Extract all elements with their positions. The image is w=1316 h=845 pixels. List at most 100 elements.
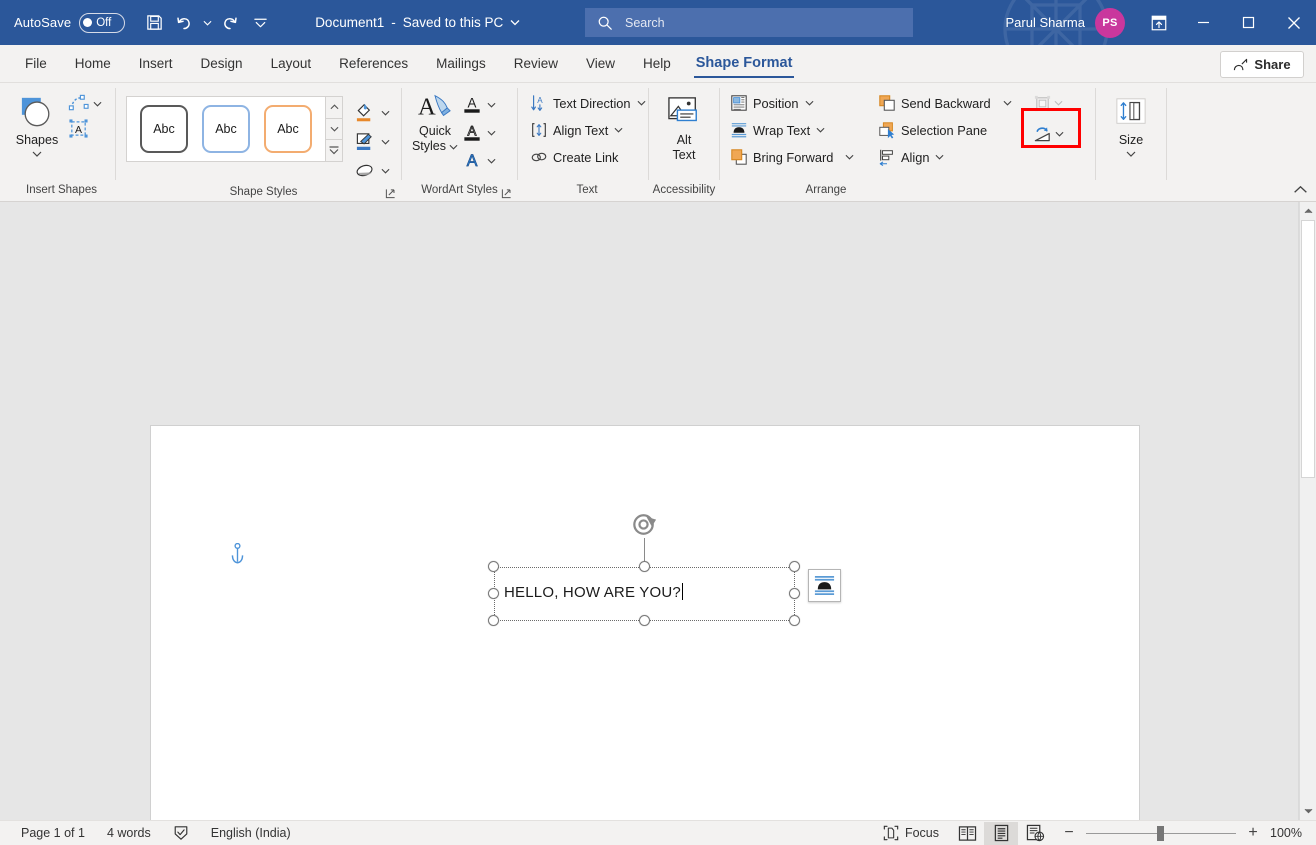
shapes-chevron-down-icon[interactable] xyxy=(32,148,42,160)
redo-icon[interactable] xyxy=(215,8,245,38)
wordart-styles-dialog-launcher-icon[interactable] xyxy=(500,187,513,200)
send-backward-chevron-down-icon[interactable] xyxy=(1002,100,1013,106)
tab-home[interactable]: Home xyxy=(62,46,124,80)
zoom-in-icon[interactable]: + xyxy=(1244,824,1262,842)
bring-forward-chevron-down-icon[interactable] xyxy=(844,154,855,160)
maximize-icon[interactable] xyxy=(1226,0,1271,45)
tab-review[interactable]: Review xyxy=(501,46,571,80)
text-effects-chevron-down-icon[interactable] xyxy=(486,158,497,164)
shape-outline-chevron-down-icon[interactable] xyxy=(380,139,391,145)
word-count[interactable]: 4 words xyxy=(96,821,162,845)
text-direction-button[interactable]: A Text Direction xyxy=(526,90,651,116)
size-chevron-down-icon[interactable] xyxy=(1126,148,1136,160)
shapes-button[interactable]: Shapes xyxy=(8,88,66,160)
zoom-level-label[interactable]: 100% xyxy=(1262,826,1308,840)
align-text-chevron-down-icon[interactable] xyxy=(613,127,624,133)
create-link-button[interactable]: Create Link xyxy=(526,144,651,170)
shape-effects-button[interactable] xyxy=(355,157,391,184)
shape-fill-chevron-down-icon[interactable] xyxy=(380,110,391,116)
text-fill-chevron-down-icon[interactable] xyxy=(486,102,497,108)
web-layout-button[interactable] xyxy=(1018,822,1052,845)
tab-help[interactable]: Help xyxy=(630,46,684,80)
minimize-icon[interactable] xyxy=(1181,0,1226,45)
wrap-text-chevron-down-icon[interactable] xyxy=(815,127,826,133)
shape-fill-button[interactable] xyxy=(355,99,391,126)
rotate-objects-chevron-down-icon[interactable] xyxy=(1055,131,1064,137)
search-input[interactable]: Search xyxy=(585,8,913,37)
bring-forward-button[interactable]: Bring Forward xyxy=(726,144,874,170)
more-styles-icon[interactable] xyxy=(326,140,342,162)
ribbon-display-options-icon[interactable] xyxy=(1137,0,1181,45)
shape-style-swatch-2[interactable]: Abc xyxy=(202,105,250,153)
resize-handle-top-center[interactable] xyxy=(639,561,650,572)
document-canvas[interactable]: HELLO, HOW ARE YOU? xyxy=(0,202,1316,820)
read-mode-button[interactable] xyxy=(950,822,984,845)
undo-dropdown-chevron-down-icon[interactable] xyxy=(199,8,215,38)
text-fill-button[interactable]: A xyxy=(462,91,497,118)
language-indicator[interactable]: English (India) xyxy=(200,821,302,845)
group-objects-button[interactable] xyxy=(1028,90,1068,116)
tab-insert[interactable]: Insert xyxy=(126,46,186,80)
vertical-scrollbar[interactable] xyxy=(1299,202,1316,820)
tab-design[interactable]: Design xyxy=(188,46,256,80)
edit-shape-chevron-down-icon[interactable] xyxy=(92,101,103,107)
title-chevron-down-icon[interactable] xyxy=(510,19,520,26)
print-layout-button[interactable] xyxy=(984,821,1018,845)
scrollbar-track[interactable] xyxy=(1300,220,1316,802)
scroll-down-arrow-icon[interactable] xyxy=(1300,802,1316,820)
rotate-handle-icon[interactable] xyxy=(629,509,660,540)
tab-mailings[interactable]: Mailings xyxy=(423,46,499,80)
tab-layout[interactable]: Layout xyxy=(258,46,325,80)
text-effects-button[interactable]: A xyxy=(462,147,497,174)
text-outline-button[interactable]: A xyxy=(462,119,497,146)
zoom-out-icon[interactable]: − xyxy=(1060,824,1078,842)
resize-handle-middle-left[interactable] xyxy=(488,588,499,599)
tab-references[interactable]: References xyxy=(326,46,421,80)
scroll-down-icon[interactable] xyxy=(326,118,342,141)
alt-text-button[interactable]: Alt Text xyxy=(655,88,713,162)
undo-icon[interactable] xyxy=(169,8,199,38)
zoom-slider-thumb[interactable] xyxy=(1157,825,1164,841)
proofing-status[interactable] xyxy=(162,821,200,845)
scroll-up-icon[interactable] xyxy=(326,97,342,119)
account-button[interactable]: Parul Sharma PS xyxy=(1006,7,1125,38)
tab-file[interactable]: File xyxy=(12,46,60,80)
resize-handle-bottom-left[interactable] xyxy=(488,615,499,626)
align-objects-chevron-down-icon[interactable] xyxy=(934,154,945,160)
resize-handle-top-right[interactable] xyxy=(789,561,800,572)
tab-view[interactable]: View xyxy=(573,46,628,80)
zoom-slider[interactable] xyxy=(1086,821,1236,845)
shape-effects-chevron-down-icon[interactable] xyxy=(380,168,391,174)
position-chevron-down-icon[interactable] xyxy=(804,100,815,106)
size-button[interactable]: Size xyxy=(1102,88,1160,160)
autosave-toggle[interactable]: Off xyxy=(79,12,126,33)
focus-mode-button[interactable]: Focus xyxy=(872,821,950,845)
draw-text-box-button[interactable]: A xyxy=(68,118,103,139)
share-button[interactable]: Share xyxy=(1220,51,1304,78)
align-objects-button[interactable]: Align xyxy=(874,144,1024,170)
wrap-text-button[interactable]: Wrap Text xyxy=(726,117,874,143)
text-box-content[interactable]: HELLO, HOW ARE YOU? xyxy=(504,583,683,601)
selected-text-box[interactable]: HELLO, HOW ARE YOU? xyxy=(488,514,800,626)
scrollbar-thumb[interactable] xyxy=(1301,220,1315,478)
edit-shape-button[interactable] xyxy=(68,93,103,114)
close-icon[interactable] xyxy=(1271,0,1316,45)
shape-outline-button[interactable] xyxy=(355,128,391,155)
align-text-button[interactable]: Align Text xyxy=(526,117,651,143)
shape-styles-gallery[interactable]: Abc Abc Abc xyxy=(126,96,326,162)
tab-shape-format[interactable]: Shape Format xyxy=(686,46,803,80)
send-backward-button[interactable]: Send Backward xyxy=(874,90,1024,116)
selection-pane-button[interactable]: Selection Pane xyxy=(874,117,1024,143)
resize-handle-bottom-right[interactable] xyxy=(789,615,800,626)
customize-quick-access-toolbar-icon[interactable] xyxy=(245,8,275,38)
shape-style-swatch-1[interactable]: Abc xyxy=(140,105,188,153)
resize-handle-top-left[interactable] xyxy=(488,561,499,572)
document-title-area[interactable]: Document1 - Saved to this PC xyxy=(315,15,520,30)
resize-handle-bottom-center[interactable] xyxy=(639,615,650,626)
position-button[interactable]: Position xyxy=(726,90,874,116)
shape-styles-dialog-launcher-icon[interactable] xyxy=(384,187,397,200)
scroll-up-arrow-icon[interactable] xyxy=(1300,202,1316,220)
save-icon[interactable] xyxy=(139,8,169,38)
rotate-objects-button[interactable] xyxy=(1028,120,1068,148)
text-direction-chevron-down-icon[interactable] xyxy=(636,100,647,106)
